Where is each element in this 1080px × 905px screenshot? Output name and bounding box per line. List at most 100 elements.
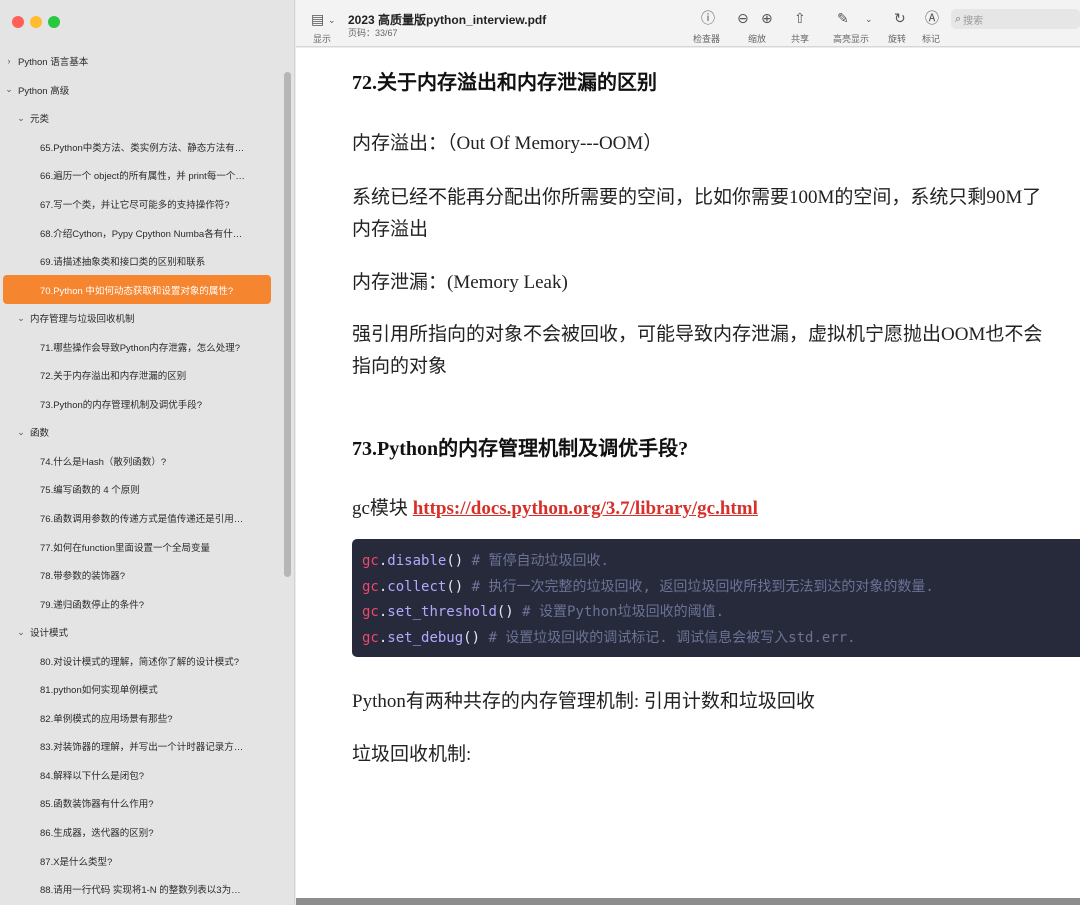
- toc-item[interactable]: 75.编写函数的 4 个原则: [0, 475, 282, 504]
- toc-item[interactable]: 84.解释以下什么是闭包?: [0, 761, 282, 790]
- oom-description-2: 内存溢出: [352, 219, 429, 240]
- toc-item[interactable]: 83.对装饰器的理解，并写出一个计时器记录方…: [0, 732, 282, 761]
- toc-item[interactable]: 81.python如何实现单例模式: [0, 675, 282, 704]
- toc-item[interactable]: 67.写一个类，并让它尽可能多的支持操作符?: [0, 190, 282, 219]
- toc-item-label: 设计模式: [30, 628, 69, 640]
- highlight-pen-icon[interactable]: ✎: [837, 11, 849, 25]
- toc-item[interactable]: 87.X是什么类型?: [0, 846, 282, 875]
- highlight-menu-chevron-icon[interactable]: ⌄: [865, 12, 873, 26]
- sidebar-scrollbar[interactable]: [284, 72, 291, 577]
- toc-item[interactable]: 66.遍历一个 object的所有属性，并 print每一个…: [0, 161, 282, 190]
- pdf-page: 72.关于内存溢出和内存泄漏的区别 内存溢出：（Out Of Memory---…: [296, 48, 1080, 900]
- table-of-contents: › Python 语言基本 ⌄ Python 高级 ⌄ 元类 65.Python中类方法、类…: [0, 47, 282, 903]
- code-object: gc: [362, 578, 379, 595]
- code-parens: (): [463, 629, 481, 646]
- share-label: 共享: [791, 34, 810, 44]
- search-input[interactable]: ⌕ 搜索: [951, 9, 1080, 29]
- toc-item-label: 72.关于内存溢出和内存泄漏的区别: [40, 371, 187, 383]
- gc-mechanism-label: 垃圾回收机制:: [352, 744, 472, 765]
- toc-item-label: 83.对装饰器的理解，并写出一个计时器记录方…: [40, 742, 244, 754]
- page-indicator: 页码：33/67: [348, 28, 398, 38]
- code-object: gc: [362, 604, 379, 620]
- leak-description-2: 指向的对象: [352, 356, 448, 377]
- toc-item[interactable]: 68.介绍Cython，Pypy Cpython Numba各有什…: [0, 218, 282, 247]
- chevron-down-icon[interactable]: ⌄: [4, 84, 14, 95]
- toc-item-label: 75.编写函数的 4 个原则: [40, 485, 140, 497]
- toc-item[interactable]: 78.带参数的装饰器?: [0, 561, 282, 590]
- toc-item[interactable]: 74.什么是Hash（散列函数）?: [0, 447, 282, 476]
- toc-item-label: 66.遍历一个 object的所有属性，并 print每一个…: [40, 171, 245, 183]
- toc-item[interactable]: 88.请用一行代码 实现将1-N 的整数列表以3为…: [0, 875, 282, 904]
- toc-item[interactable]: 86.生成器，迭代器的区别?: [0, 818, 282, 847]
- toc-item[interactable]: 85.函数装饰器有什么作用?: [0, 789, 282, 818]
- toc-item-label: 87.X是什么类型?: [40, 856, 113, 868]
- toc-item[interactable]: ⌄ 设计模式: [0, 618, 282, 647]
- code-line: gc.set_debug() # 设置垃圾回收的调试标记. 调试信息会被写入st…: [362, 626, 1080, 652]
- markup-icon[interactable]: Ⓐ: [925, 11, 939, 25]
- toc-item-label: 内存管理与垃圾回收机制: [30, 314, 135, 326]
- toc-item[interactable]: 70.Python 中如何动态获取和设置对象的属性?: [3, 275, 271, 304]
- zoom-window-button[interactable]: [48, 16, 60, 28]
- code-parens: (): [446, 553, 464, 569]
- minimize-window-button[interactable]: [30, 16, 42, 28]
- toc-item-label: 74.什么是Hash（散列函数）?: [40, 456, 167, 468]
- code-function: collect: [387, 578, 447, 595]
- chevron-down-icon[interactable]: ⌄: [328, 13, 336, 27]
- highlight-label: 高亮显示: [833, 34, 870, 44]
- code-comment: # 执行一次完整的垃圾回收, 返回垃圾回收所找到无法到达的对象的数量.: [463, 578, 934, 595]
- toc-item[interactable]: ⌄ 函数: [0, 418, 282, 447]
- gc-docs-link[interactable]: https://docs.python.org/3.7/library/gc.h…: [413, 498, 758, 519]
- toc-item-label: 68.介绍Cython，Pypy Cpython Numba各有什…: [40, 228, 243, 240]
- rotate-icon[interactable]: ↻: [894, 11, 906, 25]
- share-icon[interactable]: ⇧: [794, 11, 806, 25]
- toc-item[interactable]: ⌄ Python 高级: [0, 76, 282, 105]
- zoom-in-icon[interactable]: ⊕: [761, 11, 773, 25]
- toc-item[interactable]: 71.哪些操作会导致Python内存泄露，怎么处理?: [0, 332, 282, 361]
- toc-item[interactable]: 77.如何在function里面设置一个全局变量: [0, 532, 282, 561]
- code-function: set_threshold: [387, 604, 497, 620]
- close-window-button[interactable]: [12, 16, 24, 28]
- code-object: gc: [362, 629, 379, 646]
- markup-label: 标记: [922, 34, 941, 44]
- toc-item[interactable]: 72.关于内存溢出和内存泄漏的区别: [0, 361, 282, 390]
- toc-item[interactable]: ⌄ 内存管理与垃圾回收机制: [0, 304, 282, 333]
- heading-73: 73.Python的内存管理机制及调优手段?: [352, 438, 689, 460]
- toc-item-label: 67.写一个类，并让它尽可能多的支持操作符?: [40, 200, 230, 211]
- toolbar: ▤ ⌄ 显示 2023 高质量版python_interview.pdf 页码：…: [296, 0, 1080, 47]
- toc-item-label: 82.单例模式的应用场景有那些?: [40, 713, 173, 725]
- toc-item[interactable]: ⌄ 元类: [0, 104, 282, 133]
- toc-item[interactable]: 76.函数调用参数的传递方式是值传递还是引用…: [0, 504, 282, 533]
- toc-item-label: 69.请描述抽象类和接口类的区别和联系: [40, 257, 206, 269]
- rotate-label: 旋转: [888, 34, 907, 44]
- toc-item[interactable]: › Python 语言基本: [0, 47, 282, 76]
- toc-item-label: Python 语言基本: [18, 57, 89, 69]
- code-object: gc: [362, 553, 379, 569]
- oom-description-1: 系统已经不能再分配出你所需要的空间，比如你需要100M的空间，系统只剩90M了: [352, 187, 1042, 208]
- toc-item-label: 86.生成器，迭代器的区别?: [40, 828, 154, 840]
- toc-item[interactable]: 65.Python中类方法、类实例方法、静态方法有…: [0, 133, 282, 162]
- code-parens: (): [496, 604, 514, 620]
- chevron-right-icon[interactable]: ›: [4, 56, 14, 66]
- inspector-icon[interactable]: ⓘ: [701, 11, 715, 25]
- toc-item[interactable]: 80.对设计模式的理解，简述你了解的设计模式?: [0, 646, 282, 675]
- toc-item-label: 函数: [30, 428, 50, 440]
- chevron-down-icon[interactable]: ⌄: [16, 113, 26, 124]
- toc-item[interactable]: 73.Python的内存管理机制及调优手段?: [0, 390, 282, 419]
- chevron-down-icon[interactable]: ⌄: [16, 313, 26, 324]
- toc-item-label: 73.Python的内存管理机制及调优手段?: [40, 399, 203, 411]
- sidebar-toggle-label: 显示: [313, 34, 332, 44]
- window-bottom-edge: [296, 898, 1080, 905]
- toc-item-label: 80.对设计模式的理解，简述你了解的设计模式?: [40, 656, 239, 668]
- toc-item-label: 85.函数装饰器有什么作用?: [40, 799, 154, 811]
- toc-item[interactable]: 79.递归函数停止的条件?: [0, 589, 282, 618]
- toc-item[interactable]: 69.请描述抽象类和接口类的区别和联系: [0, 247, 282, 276]
- chevron-down-icon[interactable]: ⌄: [16, 427, 26, 438]
- gc-module-prefix: gc模块: [352, 498, 413, 519]
- chevron-down-icon[interactable]: ⌄: [16, 627, 26, 638]
- toc-item-label: 79.递归函数停止的条件?: [40, 599, 144, 611]
- zoom-out-icon[interactable]: ⊖: [737, 11, 749, 25]
- toc-item-label: 81.python如何实现单例模式: [40, 685, 158, 697]
- code-comment: # 暂停自动垃圾回收.: [463, 553, 609, 569]
- sidebar-toggle-icon[interactable]: ▤: [311, 12, 324, 26]
- toc-item[interactable]: 82.单例模式的应用场景有那些?: [0, 704, 282, 733]
